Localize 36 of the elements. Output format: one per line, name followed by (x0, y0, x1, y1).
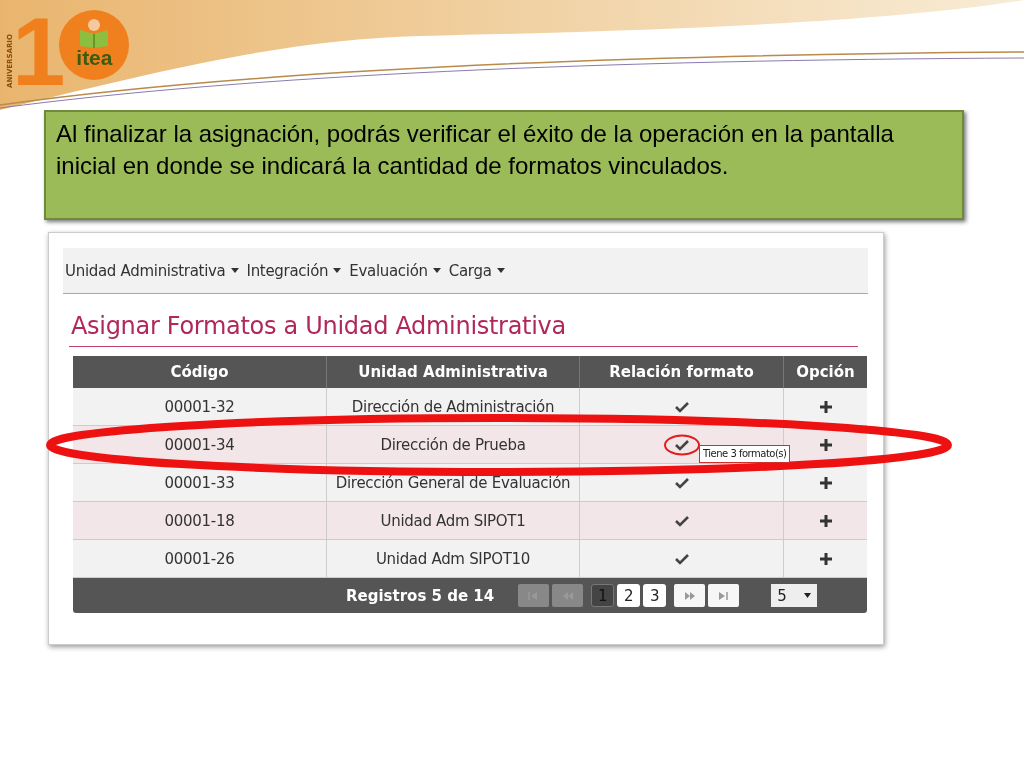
add-button[interactable] (819, 438, 832, 451)
menu-dropdown[interactable]: Unidad Administrativa (63, 261, 241, 280)
caret-icon (333, 268, 342, 273)
menu-dropdown[interactable]: Integración (244, 261, 344, 280)
dropdown-arrow-icon (804, 593, 812, 598)
plus-icon (819, 552, 832, 565)
add-button[interactable] (819, 476, 832, 489)
column-header: Código (73, 356, 326, 388)
caret-icon (230, 268, 239, 273)
tooltip: Tiene 3 formato(s) (699, 445, 791, 463)
add-button[interactable] (819, 552, 832, 565)
plus-icon (819, 400, 832, 413)
caret-icon (496, 268, 505, 273)
instruction-text: Al finalizar la asignación, podrás verificar el éxito de la operación en la pantalla inicial en donde se indicará la cantidad de formatos vinculados. (56, 119, 895, 181)
plus-icon (819, 476, 832, 489)
menu-dropdown[interactable]: Carga (446, 261, 507, 280)
page-size-select[interactable]: 5 (771, 584, 818, 607)
column-header: Relación formato (579, 356, 783, 388)
plus-icon (819, 514, 832, 527)
page-title: Asignar Formatos a Unidad Administrativa (71, 312, 567, 340)
next-icon (683, 590, 696, 601)
page-button[interactable]: 2 (617, 584, 641, 607)
last-icon (717, 590, 730, 601)
column-header: Opción (783, 356, 867, 388)
page-button[interactable]: 3 (643, 584, 667, 607)
logo-text: itea (76, 48, 113, 68)
menu-dropdown[interactable]: Evaluación (347, 261, 443, 280)
logo-number: 1 (12, 4, 66, 100)
last-page-button[interactable] (708, 584, 740, 607)
plus-icon (819, 438, 832, 451)
add-button[interactable] (819, 514, 832, 527)
column-header: Unidad Administrativa (326, 356, 579, 388)
add-button[interactable] (819, 400, 832, 413)
caret-icon (432, 268, 441, 273)
next-page-button[interactable] (674, 584, 706, 607)
records-count: Registros 5 de 14 (346, 586, 495, 605)
